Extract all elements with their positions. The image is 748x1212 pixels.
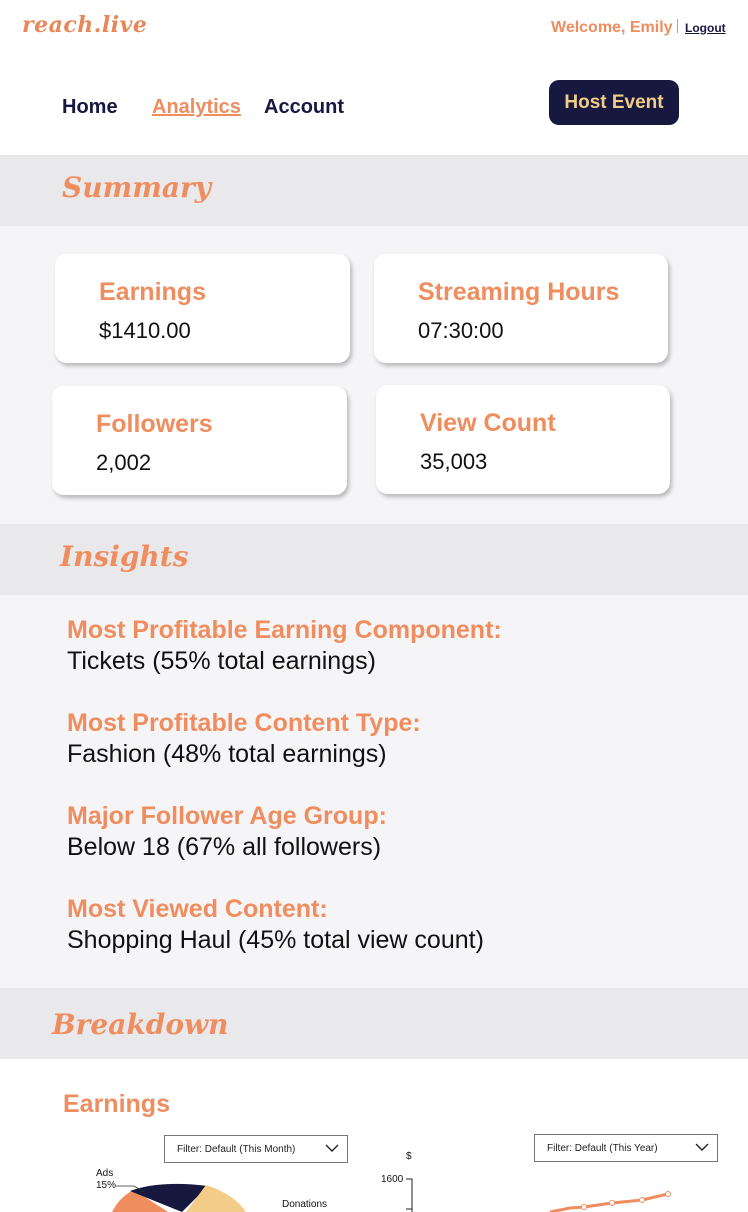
card-value: 35,003 (420, 449, 488, 474)
earnings-card: Earnings $1410.00 (55, 254, 350, 363)
earnings-section-title: Earnings (63, 1090, 170, 1118)
pie-leader-line (116, 1185, 145, 1193)
card-value: 07:30:00 (418, 318, 504, 343)
insight-label: Most Profitable Content Type: (67, 709, 421, 737)
pie-filter-label: Filter: Default (This Month) (177, 1143, 296, 1155)
insight-label: Most Viewed Content: (67, 895, 328, 923)
chevron-down-icon (325, 1144, 339, 1152)
insight-value: Below 18 (67% all followers) (67, 833, 382, 861)
insight-label: Major Follower Age Group: (67, 802, 387, 830)
breakdown-header: Breakdown (0, 988, 748, 1059)
pie-label-donations: Donations (282, 1199, 328, 1210)
nav-account[interactable]: Account (264, 96, 344, 119)
pie-label-ads-pct: 15% (96, 1180, 117, 1191)
card-label: Streaming Hours (418, 278, 620, 306)
view-count-card: View Count 35,003 (376, 385, 670, 494)
line-filter-label: Filter: Default (This Year) (547, 1142, 658, 1154)
chevron-down-icon (695, 1143, 709, 1151)
line-chart-y-axis (406, 1178, 413, 1212)
followers-card: Followers 2,002 (52, 386, 347, 495)
card-label: Followers (96, 410, 213, 438)
card-value: 2,002 (96, 450, 152, 475)
insights-header: Insights (0, 524, 748, 595)
card-label: View Count (420, 409, 556, 437)
card-label: Earnings (99, 278, 206, 306)
line-chart-y-unit: $ (406, 1151, 412, 1162)
card-value: $1410.00 (99, 318, 191, 343)
line-filter-dropdown[interactable]: Filter: Default (This Year) (534, 1134, 718, 1162)
nav-analytics[interactable]: Analytics (152, 96, 241, 119)
logout-link[interactable]: Logout (685, 21, 726, 35)
insight-label: Most Profitable Earning Component: (67, 616, 502, 644)
pie-label-ads: Ads (96, 1168, 114, 1179)
insight-value: Shopping Haul (45% total view count) (67, 926, 484, 954)
pie-filter-dropdown[interactable]: Filter: Default (This Month) (164, 1135, 348, 1163)
nav-home[interactable]: Home (62, 96, 118, 119)
summary-title: Summary (62, 171, 211, 204)
host-event-button[interactable]: Host Event (549, 80, 679, 125)
breakdown-title: Breakdown (52, 1008, 229, 1041)
welcome-text: Welcome, Emily (551, 19, 673, 36)
insights-title: Insights (60, 540, 189, 573)
line-chart-y-tick: 1600 (381, 1174, 404, 1185)
header-divider (677, 19, 678, 33)
streaming-hours-card: Streaming Hours 07:30:00 (374, 254, 668, 363)
insight-value: Fashion (48% total earnings) (67, 740, 387, 768)
earnings-line-chart (549, 1191, 671, 1212)
logo[interactable]: reach.live (22, 12, 147, 38)
summary-header: Summary (0, 155, 748, 226)
insight-value: Tickets (55% total earnings) (67, 647, 376, 675)
